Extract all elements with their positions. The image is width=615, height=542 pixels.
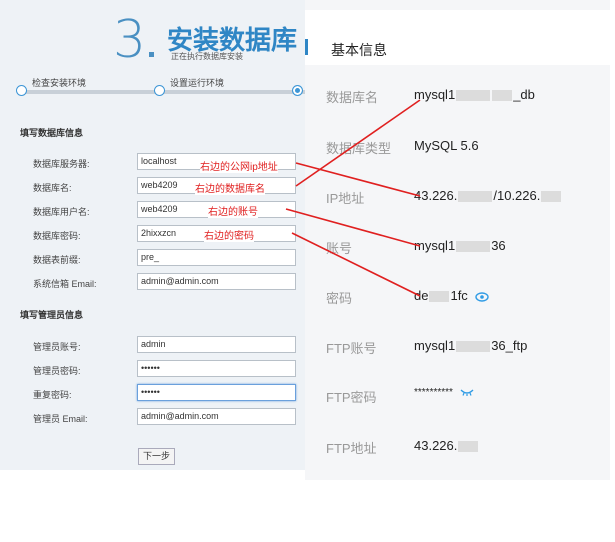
eye-closed-icon[interactable] xyxy=(460,388,474,397)
installer-panel: 3 安装数据库 正在执行数据库安装 检查安装环境 设置运行环境 填写数据库信息 … xyxy=(0,0,305,470)
info-value-ip: 43.226./10.226. xyxy=(414,188,562,203)
progress-label-setup: 设置运行环境 xyxy=(170,78,225,88)
redacted-block xyxy=(456,341,491,353)
progress-node-2 xyxy=(154,85,165,96)
system-email-input[interactable]: admin@admin.com xyxy=(137,273,296,290)
annotation-db-name: 右边的数据库名 xyxy=(195,180,265,195)
redacted-block xyxy=(492,90,513,102)
redacted-block xyxy=(458,191,493,203)
info-label-account: 账号 xyxy=(326,241,353,256)
step-number: 3 xyxy=(113,10,147,70)
db-password-label: 数据库密码: xyxy=(33,231,81,241)
admin-account-input[interactable]: admin xyxy=(137,336,296,353)
redacted-block xyxy=(541,191,562,203)
admin-email-input[interactable]: admin@admin.com xyxy=(137,408,296,425)
info-value-db-type: MySQL 5.6 xyxy=(414,138,479,153)
eye-icon[interactable] xyxy=(475,291,490,302)
redacted-block xyxy=(456,90,491,102)
info-value-password: de 1fc xyxy=(414,288,490,303)
annotation-password: 右边的密码 xyxy=(204,227,254,242)
progress-node-1 xyxy=(16,85,27,96)
info-panel-title: 基本信息 xyxy=(331,42,387,58)
admin-email-label: 管理员 Email: xyxy=(33,414,88,424)
info-label-ip: IP地址 xyxy=(326,191,365,206)
redacted-block xyxy=(458,441,479,453)
progress-node-3 xyxy=(292,85,303,96)
db-name-label: 数据库名: xyxy=(33,183,72,193)
info-panel-header: 基本信息 xyxy=(305,10,610,65)
db-user-label: 数据库用户名: xyxy=(33,207,90,217)
step-dot xyxy=(149,52,154,57)
next-step-button[interactable]: 下一步 xyxy=(138,448,175,465)
redacted-block xyxy=(429,291,450,303)
info-label-db-name: 数据库名 xyxy=(326,90,379,105)
repeat-password-label: 重复密码: xyxy=(33,390,72,400)
redacted-block xyxy=(456,241,491,253)
repeat-password-input[interactable]: •••••• xyxy=(137,384,296,401)
progress-label-check: 检查安装环境 xyxy=(32,78,87,88)
annotation-account: 右边的账号 xyxy=(208,203,258,218)
info-value-ftp-password: ********** xyxy=(414,387,474,398)
info-label-ftp-account: FTP账号 xyxy=(326,341,377,356)
db-server-label: 数据库服务器: xyxy=(33,159,90,169)
info-label-db-type: 数据库类型 xyxy=(326,141,392,156)
info-value-db-name: mysql1 _db xyxy=(414,87,535,102)
annotation-ip: 右边的公网ip地址 xyxy=(200,158,278,173)
db-section-title: 填写数据库信息 xyxy=(20,128,84,138)
db-prefix-label: 数据表前缀: xyxy=(33,255,81,265)
admin-section-title: 填写管理员信息 xyxy=(20,310,84,320)
header-accent-bar xyxy=(305,39,308,55)
info-label-password: 密码 xyxy=(326,291,353,306)
admin-password-label: 管理员密码: xyxy=(33,366,81,376)
db-prefix-input[interactable]: pre_ xyxy=(137,249,296,266)
info-label-ftp-address: FTP地址 xyxy=(326,441,377,456)
info-value-account: mysql1 36 xyxy=(414,238,506,253)
system-email-label: 系统信箱 Email: xyxy=(33,279,97,289)
admin-password-input[interactable]: •••••• xyxy=(137,360,296,377)
admin-account-label: 管理员账号: xyxy=(33,342,81,352)
info-value-ftp-account: mysql1 36_ftp xyxy=(414,338,528,353)
info-label-ftp-password: FTP密码 xyxy=(326,390,377,405)
info-value-ftp-address: 43.226. xyxy=(414,438,479,453)
step-subtitle: 正在执行数据库安装 xyxy=(171,52,243,61)
